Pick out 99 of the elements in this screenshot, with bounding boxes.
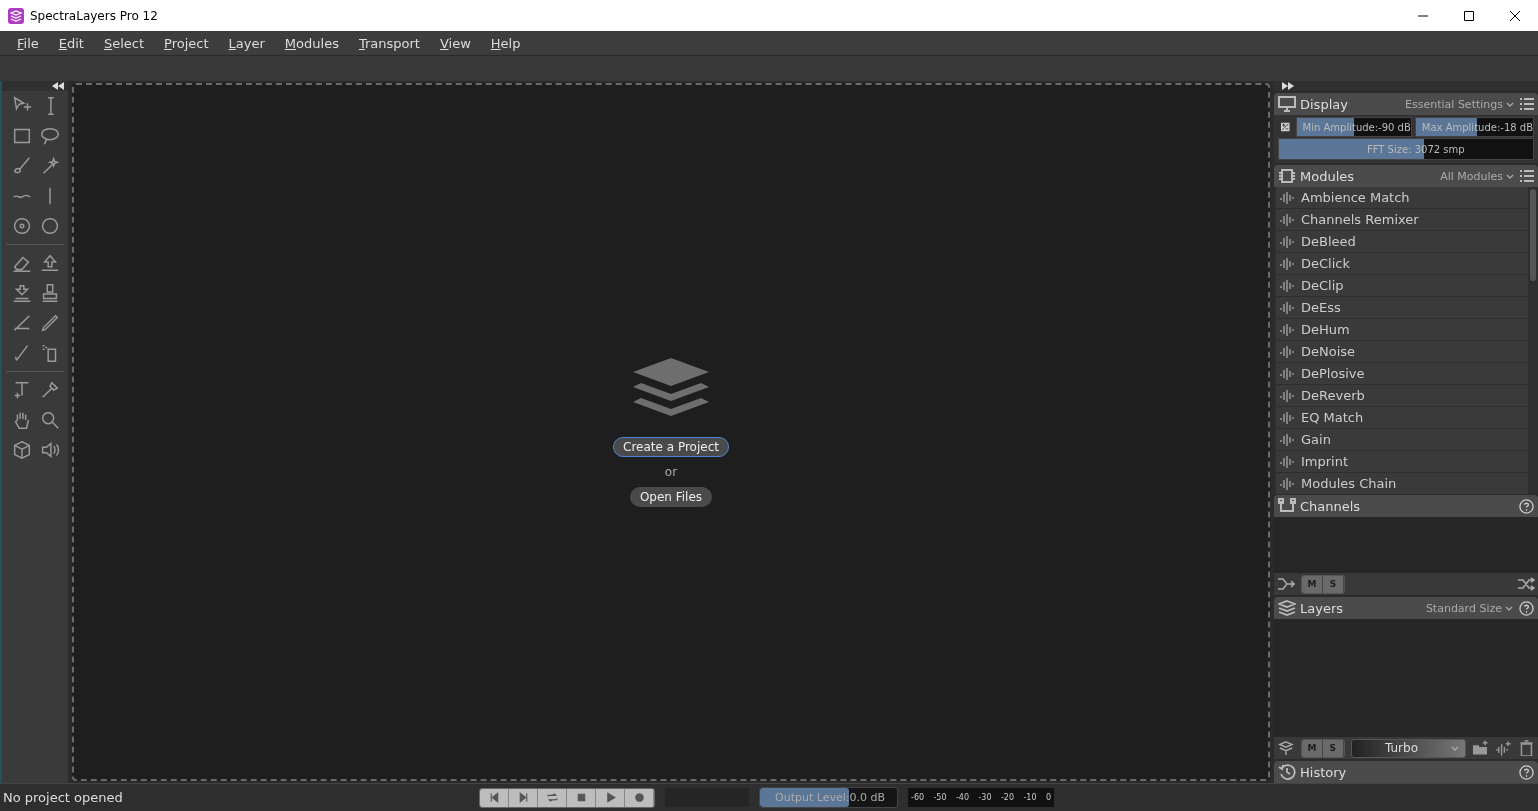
module-item[interactable]: Modules Chain — [1276, 473, 1528, 494]
speaker-icon[interactable] — [39, 439, 61, 461]
module-icon — [1279, 453, 1295, 470]
maximize-icon[interactable] — [1463, 9, 1475, 22]
menu-item[interactable]: Layer — [218, 35, 275, 51]
filter-dropdown[interactable]: All Modules — [1440, 169, 1503, 183]
module-icon — [1279, 233, 1295, 250]
module-icon — [1279, 431, 1295, 448]
module-icon — [1279, 321, 1295, 338]
record-button[interactable] — [625, 788, 654, 807]
chevron-down-icon[interactable] — [1506, 173, 1514, 179]
module-icon — [1279, 365, 1295, 382]
module-item[interactable]: DeNoise — [1276, 341, 1528, 362]
shuffle-icon[interactable] — [1517, 577, 1535, 591]
chevron-down-icon — [1451, 745, 1460, 751]
or-text: or — [664, 464, 678, 479]
download-icon[interactable] — [11, 282, 33, 304]
loop-button[interactable] — [538, 788, 567, 807]
module-icon — [1279, 387, 1295, 404]
module-icon — [1279, 343, 1295, 360]
module-icon — [1279, 189, 1295, 206]
open-files-button[interactable]: Open Files — [629, 486, 713, 507]
meter-tick: -30 — [978, 793, 992, 802]
app-logo-icon — [8, 7, 24, 24]
module-item[interactable]: DeEss — [1276, 297, 1528, 318]
close-icon[interactable] — [1509, 9, 1521, 22]
help-icon[interactable] — [1519, 600, 1534, 616]
colormap-dropdown[interactable]: Turbo — [1350, 738, 1467, 758]
menu-item[interactable]: Edit — [48, 35, 94, 51]
meter-tick: -60 — [911, 793, 925, 802]
monitor-icon — [1278, 96, 1296, 112]
module-item[interactable]: DeBleed — [1276, 231, 1528, 252]
module-icon — [1279, 409, 1295, 426]
panel-title: Channels — [1300, 498, 1362, 514]
menu-item[interactable]: View — [429, 35, 481, 51]
create-project-button[interactable]: Create a Project — [613, 436, 729, 457]
module-item[interactable]: Gain — [1276, 429, 1528, 450]
search-icon[interactable] — [39, 409, 61, 431]
waveform-plus-icon[interactable] — [1495, 740, 1513, 756]
help-icon[interactable] — [1519, 764, 1534, 780]
play-button[interactable] — [596, 788, 625, 807]
status-message: No project opened — [2, 790, 124, 805]
history-icon — [1278, 764, 1296, 780]
size-dropdown[interactable]: Standard Size — [1425, 601, 1502, 615]
preset-dropdown[interactable]: Essential Settings — [1405, 97, 1503, 111]
panel-title: History — [1300, 764, 1348, 780]
chevron-down-icon[interactable] — [1505, 605, 1513, 611]
module-item[interactable]: Ambience Match — [1276, 187, 1528, 208]
module-item[interactable]: DeClick — [1276, 253, 1528, 274]
layer-stack-icon[interactable] — [1277, 741, 1295, 755]
module-icon — [1279, 211, 1295, 228]
module-icon — [1279, 255, 1295, 272]
module-item[interactable]: Channels Remixer — [1276, 209, 1528, 230]
record-icon — [632, 791, 646, 804]
skip-forward-button[interactable] — [509, 788, 538, 807]
scrollbar[interactable] — [1530, 189, 1536, 281]
menu-item[interactable]: Modules — [274, 35, 349, 51]
list-menu-icon[interactable] — [1520, 98, 1534, 110]
layers-icon — [1278, 600, 1296, 616]
loop-icon — [545, 791, 559, 804]
menu-item[interactable]: Select — [93, 35, 155, 51]
module-icon — [1279, 277, 1295, 294]
meter-tick: -50 — [933, 793, 947, 802]
menu-item[interactable]: Help — [480, 35, 531, 51]
meter-tick: 0 — [1045, 793, 1051, 802]
meter-tick: -40 — [955, 793, 970, 802]
module-item[interactable]: Imprint — [1276, 451, 1528, 472]
module-icon — [1279, 475, 1295, 492]
panel-title: Modules — [1300, 168, 1356, 184]
skip-back-button[interactable] — [480, 788, 509, 807]
stop-button[interactable] — [567, 788, 596, 807]
trash-icon[interactable] — [1518, 740, 1535, 756]
meter-tick: -10 — [1023, 793, 1037, 802]
panel-title: Display — [1300, 96, 1349, 112]
menu-item[interactable]: Project — [154, 35, 219, 51]
module-item[interactable]: DeReverb — [1276, 385, 1528, 406]
menu-item[interactable]: Transport — [348, 35, 430, 51]
module-item[interactable]: DePlosive — [1276, 363, 1528, 384]
module-item[interactable]: DeHum — [1276, 319, 1528, 340]
amplitude-icon — [1281, 120, 1290, 134]
layers-logo-icon — [633, 357, 709, 418]
lasso-icon[interactable] — [39, 125, 61, 147]
module-item[interactable]: EQ Match — [1276, 407, 1528, 428]
window-title: SpectraLayers Pro 12 — [30, 8, 159, 23]
upload-icon[interactable] — [39, 252, 61, 274]
chip-icon — [1278, 168, 1296, 184]
panel-title: Layers — [1300, 600, 1345, 616]
list-menu-icon[interactable] — [1520, 170, 1534, 182]
new-folder-icon[interactable] — [1472, 740, 1490, 756]
pen-icon[interactable] — [39, 312, 61, 334]
meter-tick: -20 — [1000, 793, 1014, 802]
channels-icon — [1278, 498, 1296, 514]
module-item[interactable]: DeClip — [1276, 275, 1528, 296]
chevron-down-icon[interactable] — [1506, 101, 1514, 107]
cube-icon[interactable] — [11, 439, 33, 461]
help-icon[interactable] — [1519, 498, 1534, 514]
menu-item[interactable]: File — [7, 35, 49, 51]
module-icon — [1279, 299, 1295, 316]
merge-arrow-icon[interactable] — [1277, 577, 1295, 591]
